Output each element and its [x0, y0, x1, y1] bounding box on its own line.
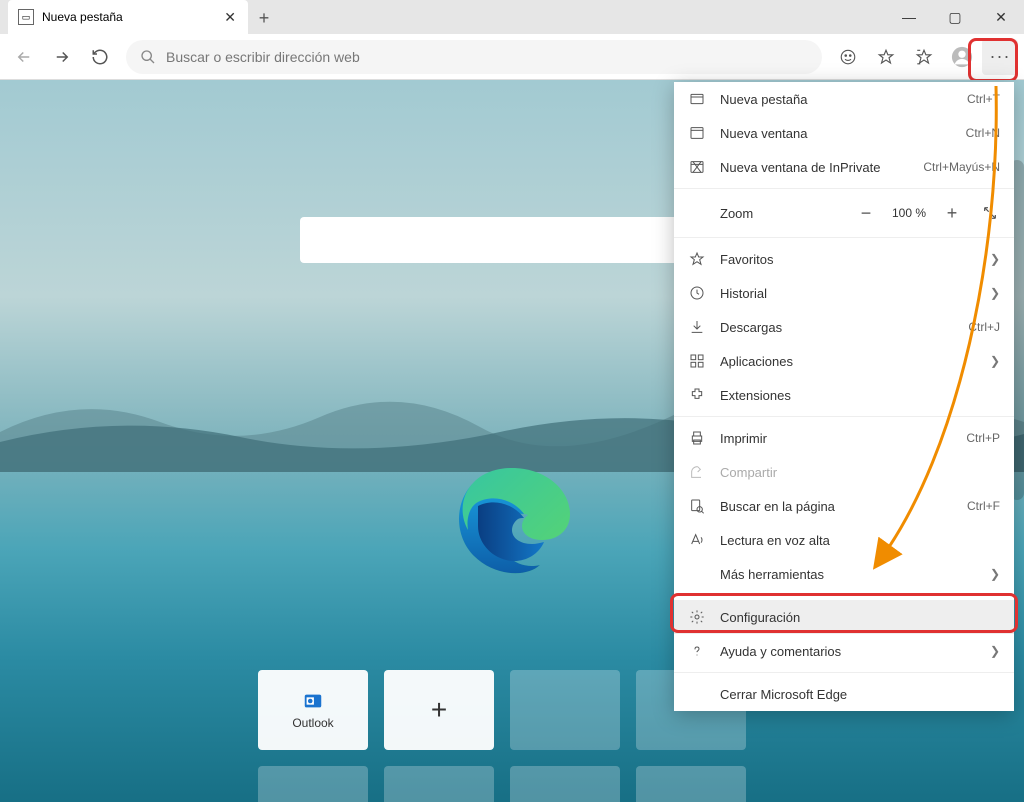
tile-label: Outlook [292, 716, 333, 730]
favorites-bar-button[interactable] [906, 39, 942, 75]
favorites-icon [688, 251, 706, 267]
read-aloud-icon [688, 532, 706, 548]
tile-empty[interactable] [636, 766, 746, 802]
browser-tab[interactable]: ▭ Nueva pestaña ✕ [8, 0, 248, 34]
tile-empty[interactable] [258, 766, 368, 802]
menu-favorites[interactable]: Favoritos ❯ [674, 242, 1014, 276]
print-icon [688, 430, 706, 446]
refresh-button[interactable] [82, 39, 118, 75]
zoom-value: 100 % [882, 206, 936, 220]
settings-menu: Nueva pestaña Ctrl+T Nueva ventana Ctrl+… [674, 82, 1014, 711]
address-placeholder: Buscar o escribir dirección web [166, 49, 360, 65]
zoom-in-button[interactable]: + [936, 197, 968, 229]
menu-new-window[interactable]: Nueva ventana Ctrl+N [674, 116, 1014, 150]
menu-downloads[interactable]: Descargas Ctrl+J [674, 310, 1014, 344]
menu-find[interactable]: Buscar en la página Ctrl+F [674, 489, 1014, 523]
favorite-star-button[interactable] [868, 39, 904, 75]
new-window-icon [688, 125, 706, 141]
more-menu-icon: ··· [990, 46, 1011, 67]
fullscreen-button[interactable] [974, 197, 1006, 229]
inprivate-icon [688, 159, 706, 175]
downloads-icon [688, 319, 706, 335]
forward-button[interactable] [44, 39, 80, 75]
menu-print[interactable]: Imprimir Ctrl+P [674, 421, 1014, 455]
menu-zoom: Zoom − 100 % + [674, 193, 1014, 233]
menu-history[interactable]: Historial ❯ [674, 276, 1014, 310]
tab-favicon-icon: ▭ [18, 9, 34, 25]
help-icon [688, 643, 706, 659]
window-controls: — ▢ ✕ [886, 0, 1024, 34]
tile-outlook[interactable]: Outlook [258, 670, 368, 750]
menu-settings[interactable]: Configuración [674, 600, 1014, 634]
back-button [6, 39, 42, 75]
edge-logo-icon [448, 460, 576, 588]
menu-extensions[interactable]: Extensiones [674, 378, 1014, 412]
tile-empty[interactable] [510, 766, 620, 802]
address-bar[interactable]: Buscar o escribir dirección web [126, 40, 822, 74]
extensions-icon [688, 387, 706, 403]
chevron-right-icon: ❯ [990, 286, 1000, 300]
toolbar: Buscar o escribir dirección web ··· [0, 34, 1024, 80]
new-tab-button[interactable]: + [248, 2, 280, 34]
menu-new-inprivate[interactable]: Nueva ventana de InPrivate Ctrl+Mayús+N [674, 150, 1014, 184]
tab-title: Nueva pestaña [42, 10, 123, 24]
share-icon [688, 464, 706, 480]
search-icon [140, 49, 156, 65]
gear-icon [688, 609, 706, 625]
menu-more-tools[interactable]: Más herramientas ❯ [674, 557, 1014, 591]
tracking-prevention-button[interactable] [830, 39, 866, 75]
profile-button[interactable] [944, 39, 980, 75]
window-maximize-button[interactable]: ▢ [932, 0, 978, 34]
zoom-out-button[interactable]: − [850, 197, 882, 229]
title-bar: ▭ Nueva pestaña ✕ + — ▢ ✕ [0, 0, 1024, 34]
menu-read-aloud[interactable]: Lectura en voz alta [674, 523, 1014, 557]
window-minimize-button[interactable]: — [886, 0, 932, 34]
quick-links: Outlook + [258, 670, 746, 802]
tile-empty[interactable] [510, 670, 620, 750]
tile-add[interactable]: + [384, 670, 494, 750]
find-icon [688, 498, 706, 514]
tile-empty[interactable] [384, 766, 494, 802]
menu-share: Compartir [674, 455, 1014, 489]
chevron-right-icon: ❯ [990, 567, 1000, 581]
history-icon [688, 285, 706, 301]
menu-apps[interactable]: Aplicaciones ❯ [674, 344, 1014, 378]
menu-new-tab[interactable]: Nueva pestaña Ctrl+T [674, 82, 1014, 116]
apps-icon [688, 353, 706, 369]
chevron-right-icon: ❯ [990, 252, 1000, 266]
tab-close-icon[interactable]: ✕ [224, 9, 236, 26]
new-tab-icon [688, 91, 706, 107]
chevron-right-icon: ❯ [990, 644, 1000, 658]
window-close-button[interactable]: ✕ [978, 0, 1024, 34]
menu-close-edge[interactable]: Cerrar Microsoft Edge [674, 677, 1014, 711]
new-tab-search-box[interactable] [300, 217, 724, 263]
outlook-icon [302, 690, 324, 712]
more-menu-button[interactable]: ··· [982, 39, 1018, 75]
chevron-right-icon: ❯ [990, 354, 1000, 368]
menu-help[interactable]: Ayuda y comentarios ❯ [674, 634, 1014, 668]
